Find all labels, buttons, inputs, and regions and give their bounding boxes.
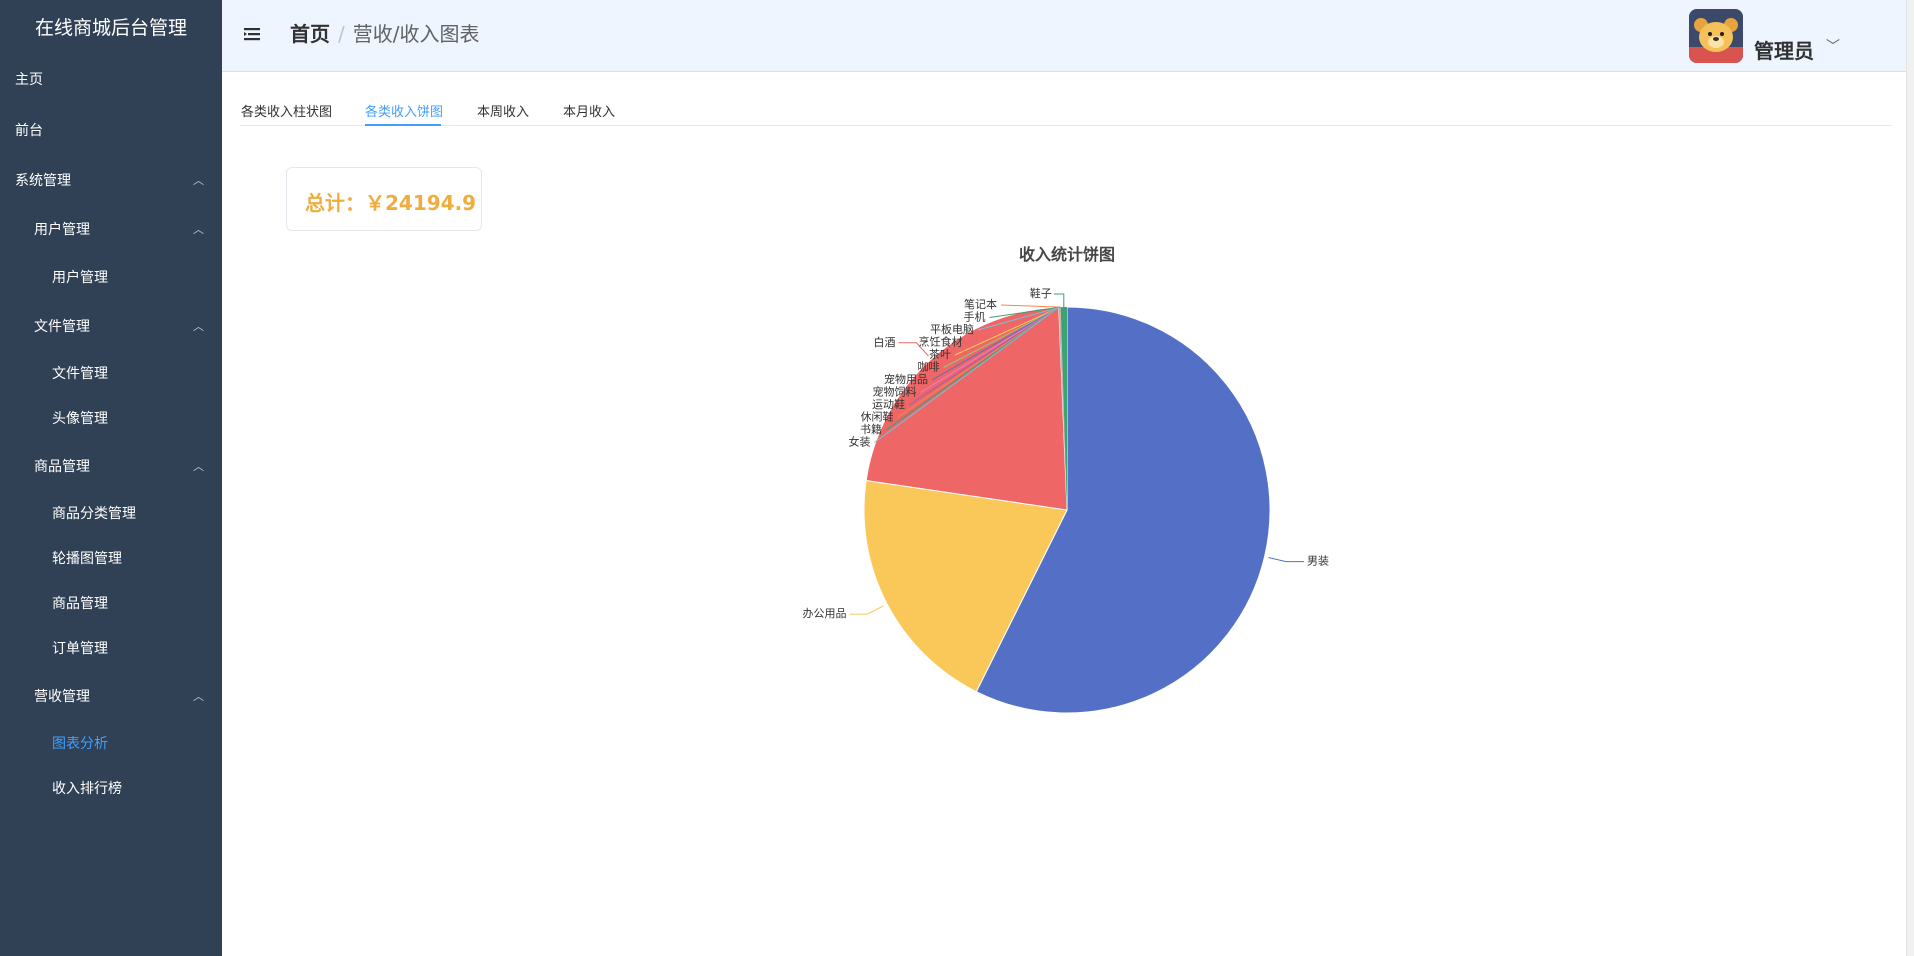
sidebar-item-chart-analysis[interactable]: 图表分析 [0,722,222,766]
sidebar-item-product-group[interactable]: 商品管理 ︿ [0,445,222,489]
breadcrumb-home[interactable]: 首页 [290,22,330,46]
slice-label: 烹饪食材 [919,335,963,349]
sidebar-item-label: 商品管理 [34,459,90,475]
sidebar-item-file-group[interactable]: 文件管理 ︿ [0,305,222,349]
sidebar-item-user-group[interactable]: 用户管理 ︿ [0,208,222,252]
sidebar-item-label: 用户管理 [52,270,108,286]
sidebar-item-system[interactable]: 系统管理 ︿ [0,159,222,203]
app-title: 在线商城后台管理 [34,17,187,39]
sidebar-item-avatar-management[interactable]: 头像管理 [0,397,222,441]
breadcrumb-current: 营收/收入图表 [352,22,480,46]
slice-label: 男装 [1307,555,1329,568]
sidebar-item-home[interactable]: 主页 [0,58,222,102]
sidebar-item-label: 轮播图管理 [52,551,122,567]
chevron-up-icon: ︿ [193,460,204,473]
active-tab-indicator [365,124,441,126]
slice-label: 宠物饲料 [873,385,917,399]
sidebar-item-revenue-ranking[interactable]: 收入排行榜 [0,767,222,811]
total-amount: 总计：￥24194.9 [305,191,477,215]
label-leader-line [1000,304,1061,308]
label-leader-line [849,605,884,615]
top-header: 首页 / 营收/收入图表 管理员 ﹀ [222,0,1914,72]
sidebar-item-label: 头像管理 [52,411,108,427]
breadcrumb-separator: / [338,22,345,46]
sidebar-item-order-management[interactable]: 订单管理 [0,627,222,671]
slice-label: 书籍 [860,422,882,436]
avatar[interactable] [1689,9,1743,63]
tab-pie-chart[interactable]: 各类收入饼图 [365,101,443,120]
sidebar-item-label: 图表分析 [52,736,108,752]
sidebar-item-label: 文件管理 [52,366,108,382]
sidebar-item-label: 商品管理 [52,596,108,612]
pie-chart: 男装办公用品 白酒 笔记本手机平板电脑烹饪食材茶叶咖啡宠物用品宠物饲料运动鞋休闲鞋书… [803,286,1329,714]
slice-label: 鞋子 [1030,286,1052,300]
tab-bar-chart[interactable]: 各类收入柱状图 [241,101,332,120]
chevron-up-icon: ︿ [193,690,204,703]
sidebar-item-product-management[interactable]: 商品管理 [0,582,222,626]
slice-label: 笔记本 [964,297,997,311]
slice-label: 白酒 [874,335,896,349]
username[interactable]: 管理员 [1754,35,1814,64]
slice-label: 手机 [964,310,986,324]
sidebar-item-file-management[interactable]: 文件管理 [0,352,222,396]
sidebar: 在线商城后台管理 主页 前台 系统管理 ︿ 用户管理 ︿ 用户管理 文件管理 ︿… [0,0,222,956]
chevron-down-icon[interactable]: ﹀ [1826,36,1840,56]
label-leader-line [1053,293,1065,307]
slice-label: 休闲鞋 [861,410,894,424]
bear-avatar-icon [1689,9,1743,63]
sidebar-item-label: 系统管理 [15,173,71,189]
slice-label: 运动鞋 [872,397,905,411]
chevron-up-icon: ︿ [193,223,204,236]
slice-label: 平板电脑 [930,322,974,336]
sidebar-item-carousel-management[interactable]: 轮播图管理 [0,537,222,581]
sidebar-item-revenue-group[interactable]: 营收管理 ︿ [0,675,222,719]
sidebar-item-frontend[interactable]: 前台 [0,109,222,153]
sidebar-item-user-management[interactable]: 用户管理 [0,256,222,300]
chart-title: 收入统计饼图 [1018,245,1115,264]
sidebar-item-label: 前台 [15,123,43,139]
sidebar-item-label: 营收管理 [34,689,90,705]
chevron-up-icon: ︿ [193,174,204,187]
slice-label: 女装 [849,435,871,449]
sidebar-item-label: 文件管理 [34,319,90,335]
sidebar-item-label: 主页 [15,72,43,88]
slice-label: 宠物用品 [884,372,928,386]
sidebar-item-label: 商品分类管理 [52,506,136,522]
sidebar-item-label: 订单管理 [52,641,108,657]
tab-weekly-revenue[interactable]: 本周收入 [477,101,529,120]
menu-fold-icon[interactable] [242,24,262,44]
sidebar-item-label: 收入排行榜 [52,781,122,797]
slice-label: 办公用品 [803,607,847,620]
sidebar-item-category-management[interactable]: 商品分类管理 [0,492,222,536]
breadcrumb: 首页 / 营收/收入图表 [290,18,480,47]
chevron-up-icon: ︿ [193,320,204,333]
sidebar-item-label: 用户管理 [34,222,90,238]
tab-monthly-revenue[interactable]: 本月收入 [563,101,615,120]
total-card: 总计：￥24194.9 [286,167,482,231]
slice-label: 茶叶 [929,348,951,361]
scrollbar[interactable] [1906,0,1914,956]
label-leader-line [1268,557,1304,563]
slice-label: 咖啡 [918,360,940,374]
